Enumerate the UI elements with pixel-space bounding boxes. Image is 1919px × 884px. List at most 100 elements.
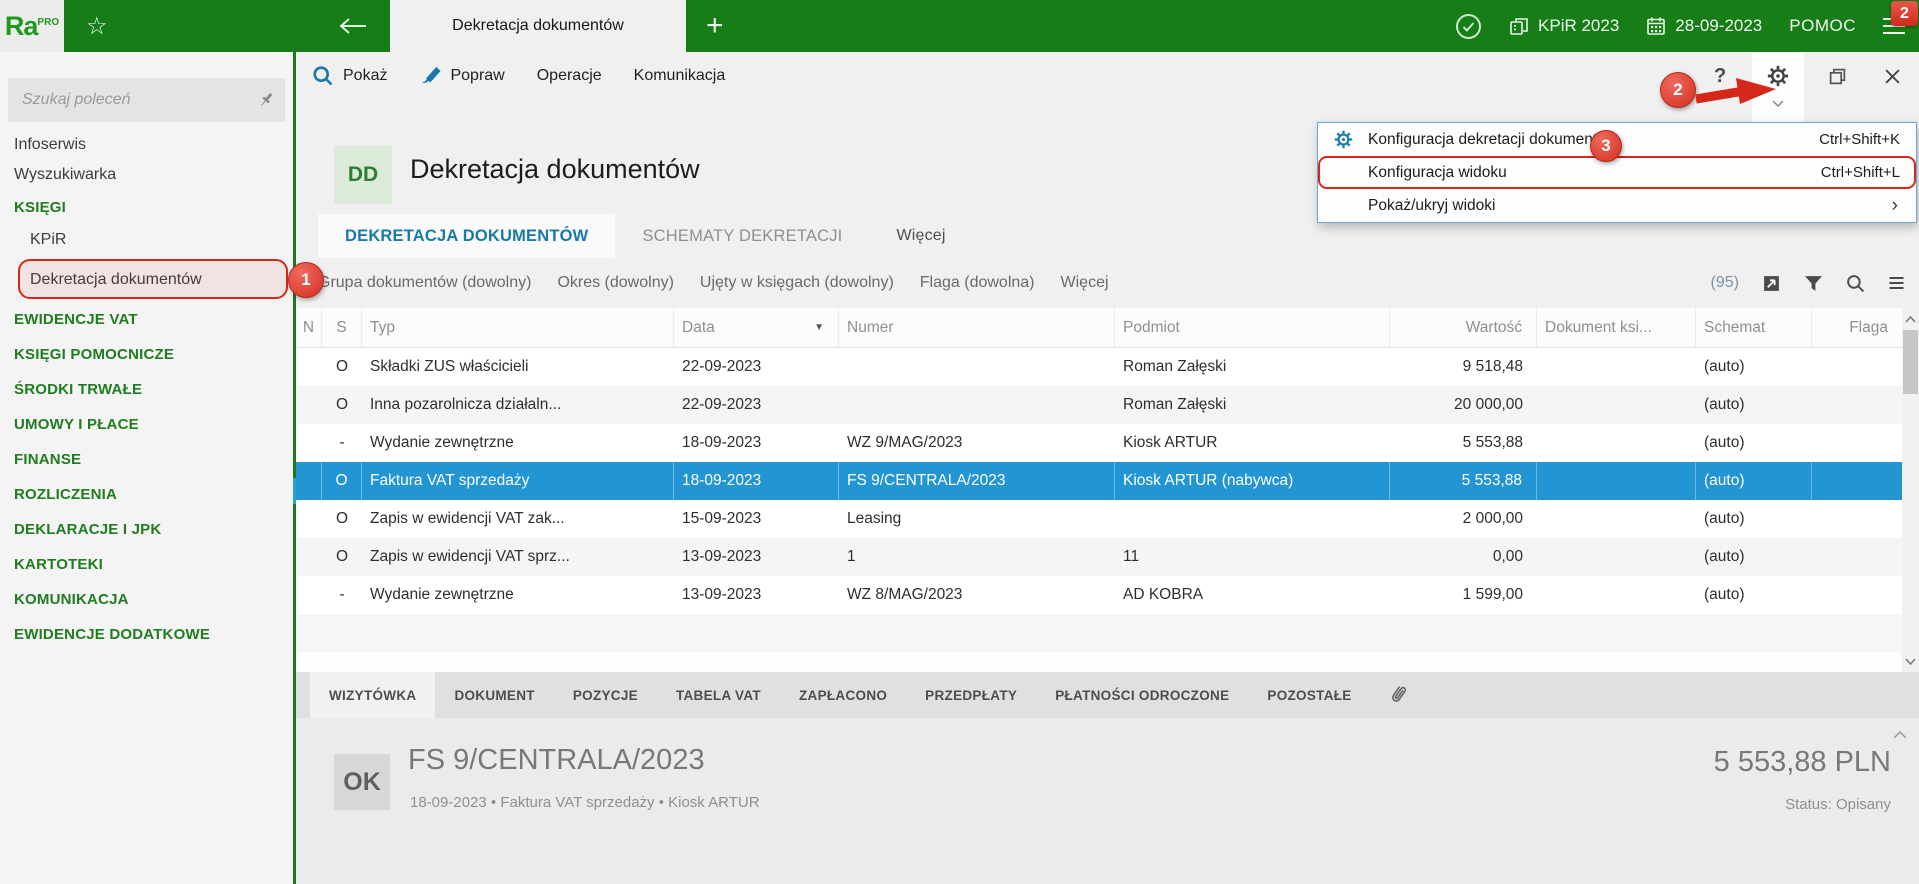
sidebar-item-komunikacja[interactable]: KOMUNIKACJA: [0, 582, 293, 617]
tab-schematy-dekretacji[interactable]: SCHEMATY DEKRETACJI: [615, 214, 869, 258]
table-cell: [1812, 424, 1902, 462]
menu-popraw[interactable]: Popraw: [419, 65, 504, 87]
table-cell: Roman Załęski: [1115, 348, 1390, 386]
list-menu-icon[interactable]: [1888, 276, 1905, 290]
filter-wiecej[interactable]: Więcej: [1061, 274, 1109, 292]
menu-item-konfiguracja-widoku[interactable]: Konfiguracja widoku Ctrl+Shift+L: [1318, 156, 1916, 189]
window-tab[interactable]: Dekretacja dokumentów: [390, 0, 686, 52]
tab-wiecej[interactable]: Więcej: [869, 214, 972, 258]
table-cell: [839, 348, 1115, 386]
table-cell: [1537, 500, 1696, 538]
command-search[interactable]: [8, 78, 285, 122]
detail-tab-pozycje[interactable]: POZYCJE: [554, 672, 657, 718]
favorites-star-icon[interactable]: ☆: [86, 0, 108, 52]
restore-window-icon[interactable]: [1828, 52, 1847, 100]
table-cell: (auto): [1696, 462, 1812, 500]
date-selector[interactable]: 28-09-2023: [1646, 16, 1762, 36]
status-check-icon[interactable]: [1455, 13, 1482, 40]
detail-tab-przedplaty[interactable]: PRZEDPŁATY: [906, 672, 1036, 718]
detail-tab-zaplacono[interactable]: ZAPŁACONO: [780, 672, 906, 718]
detail-tab-dokument[interactable]: DOKUMENT: [435, 672, 553, 718]
company-icon: [1509, 16, 1529, 36]
column-header-data[interactable]: Data▼: [674, 308, 839, 347]
sidebar-item-kartoteki[interactable]: KARTOTEKI: [0, 547, 293, 582]
company-selector[interactable]: KPiR 2023: [1509, 16, 1619, 36]
scroll-up-arrow[interactable]: [1902, 310, 1919, 328]
tab-dekretacja-dokumentow[interactable]: DEKRETACJA DOKUMENTÓW: [318, 214, 615, 258]
table-cell: WZ 9/MAG/2023: [839, 424, 1115, 462]
table-row[interactable]: - Wydanie zewnętrzne 18-09-2023 WZ 9/MAG…: [296, 424, 1902, 462]
filter-funnel-icon[interactable]: [1804, 275, 1823, 292]
sidebar-item-ksiegi-pomocnicze[interactable]: KSIĘGI POMOCNICZE: [0, 337, 293, 372]
table-cell: Zapis w ewidencji VAT zak...: [362, 500, 674, 538]
back-arrow-icon[interactable]: [338, 16, 368, 36]
column-header-typ[interactable]: Typ: [362, 308, 674, 347]
table-row-selected[interactable]: O Faktura VAT sprzedaży 18-09-2023 FS 9/…: [296, 462, 1902, 500]
table-row[interactable]: O Zapis w ewidencji VAT zak... 15-09-202…: [296, 500, 1902, 538]
table-cell: [1812, 500, 1902, 538]
panel-collapse-icon[interactable]: [1893, 726, 1907, 744]
pin-icon[interactable]: [258, 91, 275, 109]
table-cell: [296, 538, 322, 576]
sidebar-item-deklaracje-i-jpk[interactable]: DEKLARACJE I JPK: [0, 512, 293, 547]
table-cell: O: [322, 386, 362, 424]
export-icon[interactable]: [1762, 274, 1781, 293]
filter-ujety-w-ksiegach[interactable]: Ujęty w księgach (dowolny): [700, 274, 894, 292]
table-cell: [296, 576, 322, 614]
column-header-flaga[interactable]: Flaga: [1812, 308, 1902, 347]
column-header-s[interactable]: S: [322, 308, 362, 347]
menu-item-pokaz-ukryj-widoki[interactable]: Pokaż/ukryj widoki ›: [1318, 189, 1916, 222]
close-icon[interactable]: [1884, 52, 1901, 100]
column-header-wartosc[interactable]: Wartość: [1390, 308, 1537, 347]
sidebar-item-wyszukiwarka[interactable]: Wyszukiwarka: [0, 160, 293, 190]
status-badge: OK: [334, 754, 390, 810]
menu-item-shortcut: Ctrl+Shift+K: [1819, 131, 1916, 148]
search-input[interactable]: [14, 91, 258, 109]
menu-pokaz[interactable]: Pokaż: [312, 65, 387, 87]
detail-tab-pozostale[interactable]: POZOSTAŁE: [1248, 672, 1370, 718]
table-cell: (auto): [1696, 576, 1812, 614]
sidebar-item-infoserwis[interactable]: Infoserwis: [0, 130, 293, 160]
filter-flaga[interactable]: Flaga (dowolna): [920, 274, 1035, 292]
filter-grupa-dokumentow[interactable]: Grupa dokumentów (dowolny): [318, 274, 531, 292]
search-icon[interactable]: [1846, 274, 1865, 293]
sidebar-item-srodki-trwale[interactable]: ŚRODKI TRWAŁE: [0, 372, 293, 407]
table-cell: [1537, 348, 1696, 386]
sidebar-item-ksiegi[interactable]: KSIĘGI: [0, 190, 293, 225]
table-cell: Inna pozarolnicza działaln...: [362, 386, 674, 424]
scroll-down-arrow[interactable]: [1902, 652, 1919, 670]
table-cell: Wydanie zewnętrzne: [362, 576, 674, 614]
table-cell: 15-09-2023: [674, 500, 839, 538]
sidebar-item-finanse[interactable]: FINANSE: [0, 442, 293, 477]
detail-tab-tabela-vat[interactable]: TABELA VAT: [657, 672, 780, 718]
sidebar-item-ewidencje-vat[interactable]: EWIDENCJE VAT: [0, 302, 293, 337]
sidebar-item-ewidencje-dodatkowe[interactable]: EWIDENCJE DODATKOWE: [0, 617, 293, 652]
menu-komunikacja[interactable]: Komunikacja: [634, 67, 726, 85]
magnifier-icon: [312, 65, 334, 87]
new-tab-button[interactable]: +: [706, 0, 724, 52]
column-header-schemat[interactable]: Schemat: [1696, 308, 1812, 347]
table-row[interactable]: O Składki ZUS właścicieli 22-09-2023 Rom…: [296, 348, 1902, 386]
detail-tab-wizytowka[interactable]: WIZYTÓWKA: [310, 672, 435, 718]
scrollbar-thumb[interactable]: [1903, 330, 1918, 394]
column-header-n[interactable]: N: [296, 308, 322, 347]
menu-operacje[interactable]: Operacje: [537, 67, 602, 85]
menu-item-label: Konfiguracja widoku: [1368, 164, 1821, 182]
sidebar-item-rozliczenia[interactable]: ROZLICZENIA: [0, 477, 293, 512]
sidebar-item-kpir[interactable]: KPiR: [0, 225, 293, 255]
column-header-podmiot[interactable]: Podmiot: [1115, 308, 1390, 347]
detail-tab-platnosci-odroczone[interactable]: PŁATNOŚCI ODROCZONE: [1036, 672, 1248, 718]
submenu-arrow-icon: ›: [1892, 195, 1916, 217]
column-header-numer[interactable]: Numer: [839, 308, 1115, 347]
table-row[interactable]: - Wydanie zewnętrzne 13-09-2023 WZ 8/MAG…: [296, 576, 1902, 614]
sidebar-item-umowy-i-place[interactable]: UMOWY I PŁACE: [0, 407, 293, 442]
paperclip-icon[interactable]: [1387, 672, 1409, 718]
filter-okres[interactable]: Okres (dowolny): [557, 274, 673, 292]
table-cell: 9 518,48: [1390, 348, 1537, 386]
table-row[interactable]: O Inna pozarolnicza działaln... 22-09-20…: [296, 386, 1902, 424]
vertical-scrollbar[interactable]: [1902, 308, 1919, 672]
column-header-dokument[interactable]: Dokument ksi...: [1537, 308, 1696, 347]
table-row[interactable]: O Zapis w ewidencji VAT sprz... 13-09-20…: [296, 538, 1902, 576]
sidebar-divider[interactable]: [293, 52, 296, 884]
help-menu[interactable]: POMOC: [1789, 16, 1856, 36]
